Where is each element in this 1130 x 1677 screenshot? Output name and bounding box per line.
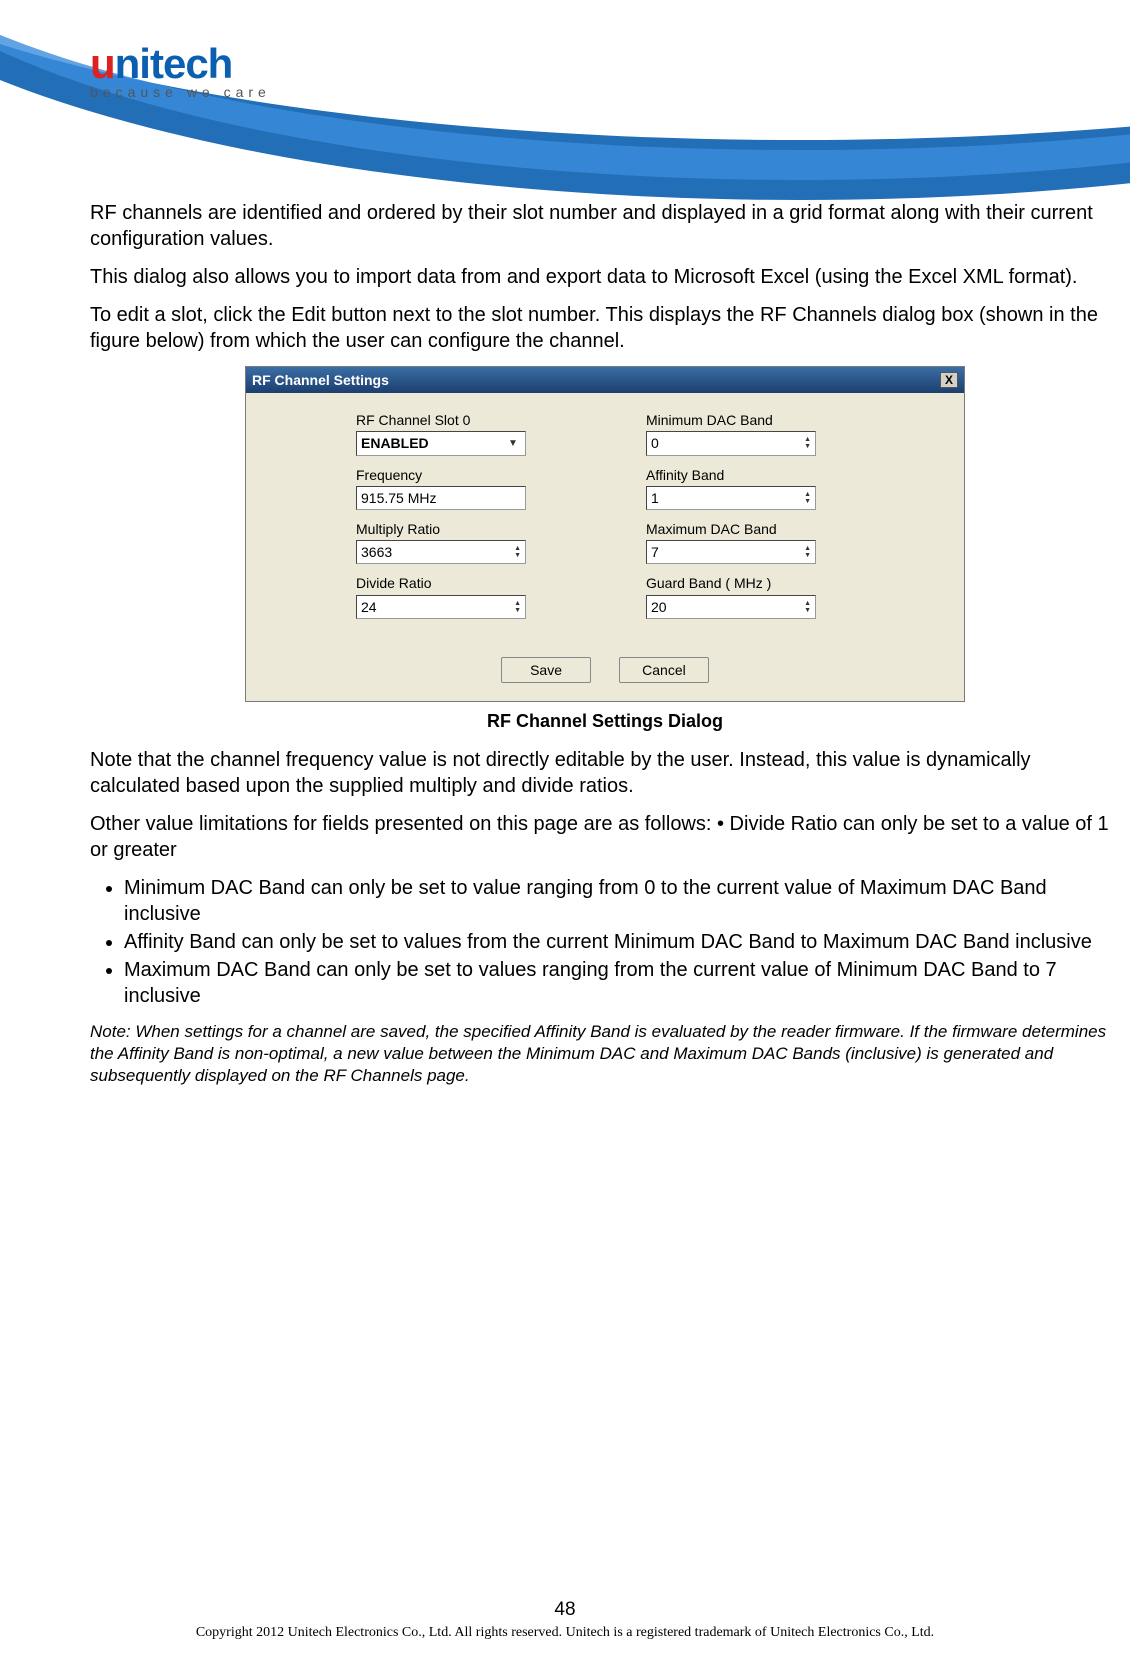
field-affinity: Affinity Band 1 ▲▼ bbox=[646, 466, 866, 510]
copyright: Copyright 2012 Unitech Electronics Co., … bbox=[0, 1625, 1130, 1641]
frequency-value: 915.75 MHz bbox=[361, 489, 436, 507]
close-icon[interactable]: X bbox=[940, 372, 958, 388]
save-button[interactable]: Save bbox=[501, 657, 591, 683]
chevron-down-icon[interactable]: ▼ bbox=[505, 437, 521, 450]
page-number: 48 bbox=[0, 1599, 1130, 1621]
guard-input[interactable]: 20 ▲▼ bbox=[646, 595, 816, 619]
spinner-icon[interactable]: ▲▼ bbox=[804, 545, 811, 559]
paragraph: RF channels are identified and ordered b… bbox=[90, 200, 1120, 252]
logo: unitech because we care bbox=[90, 40, 271, 100]
min-dac-label: Minimum DAC Band bbox=[646, 411, 866, 429]
dialog-buttons: Save Cancel bbox=[246, 647, 964, 701]
multiply-input[interactable]: 3663 ▲▼ bbox=[356, 540, 526, 564]
right-column: Minimum DAC Band 0 ▲▼ Affinity Band 1 ▲▼ bbox=[646, 411, 866, 629]
divide-label: Divide Ratio bbox=[356, 574, 576, 592]
divide-input[interactable]: 24 ▲▼ bbox=[356, 595, 526, 619]
page-header: unitech because we care bbox=[0, 0, 1130, 200]
dialog-body: RF Channel Slot 0 ENABLED ▼ Frequency 91… bbox=[246, 393, 964, 647]
min-dac-input[interactable]: 0 ▲▼ bbox=[646, 431, 816, 455]
logo-u: u bbox=[90, 40, 115, 87]
logo-tagline: because we care bbox=[90, 84, 271, 100]
dialog-figure: RF Channel Settings X RF Channel Slot 0 … bbox=[245, 366, 965, 733]
field-divide: Divide Ratio 24 ▲▼ bbox=[356, 574, 576, 618]
slot-value: ENABLED bbox=[361, 434, 429, 452]
list-item: Minimum DAC Band can only be set to valu… bbox=[124, 875, 1120, 927]
slot-label: RF Channel Slot 0 bbox=[356, 411, 576, 429]
note: Note: When settings for a channel are sa… bbox=[90, 1021, 1120, 1087]
paragraph: This dialog also allows you to import da… bbox=[90, 264, 1120, 290]
field-max-dac: Maximum DAC Band 7 ▲▼ bbox=[646, 520, 866, 564]
rf-channel-settings-dialog: RF Channel Settings X RF Channel Slot 0 … bbox=[245, 366, 965, 702]
spinner-icon[interactable]: ▲▼ bbox=[514, 600, 521, 614]
list-item: Affinity Band can only be set to values … bbox=[124, 929, 1120, 955]
max-dac-label: Maximum DAC Band bbox=[646, 520, 866, 538]
guard-label: Guard Band ( MHz ) bbox=[646, 574, 866, 592]
cancel-button[interactable]: Cancel bbox=[619, 657, 709, 683]
logo-text: unitech bbox=[90, 40, 271, 88]
paragraph: Other value limitations for fields prese… bbox=[90, 811, 1120, 863]
max-dac-input[interactable]: 7 ▲▼ bbox=[646, 540, 816, 564]
logo-rest: nitech bbox=[115, 40, 233, 87]
affinity-input[interactable]: 1 ▲▼ bbox=[646, 486, 816, 510]
spinner-icon[interactable]: ▲▼ bbox=[514, 545, 521, 559]
guard-value: 20 bbox=[651, 598, 667, 616]
titlebar: RF Channel Settings X bbox=[246, 367, 964, 393]
dialog-title: RF Channel Settings bbox=[252, 371, 389, 389]
multiply-label: Multiply Ratio bbox=[356, 520, 576, 538]
spinner-icon[interactable]: ▲▼ bbox=[804, 491, 811, 505]
paragraph: To edit a slot, click the Edit button ne… bbox=[90, 302, 1120, 354]
frequency-input: 915.75 MHz bbox=[356, 486, 526, 510]
list-item: Maximum DAC Band can only be set to valu… bbox=[124, 957, 1120, 1009]
field-slot: RF Channel Slot 0 ENABLED ▼ bbox=[356, 411, 576, 455]
paragraph: Note that the channel frequency value is… bbox=[90, 747, 1120, 799]
multiply-value: 3663 bbox=[361, 543, 392, 561]
field-multiply: Multiply Ratio 3663 ▲▼ bbox=[356, 520, 576, 564]
max-dac-value: 7 bbox=[651, 543, 659, 561]
affinity-label: Affinity Band bbox=[646, 466, 866, 484]
slot-select[interactable]: ENABLED ▼ bbox=[356, 431, 526, 455]
spinner-icon[interactable]: ▲▼ bbox=[804, 436, 811, 450]
min-dac-value: 0 bbox=[651, 434, 659, 452]
figure-caption: RF Channel Settings Dialog bbox=[245, 710, 965, 733]
bullet-list: Minimum DAC Band can only be set to valu… bbox=[90, 875, 1120, 1009]
spinner-icon[interactable]: ▲▼ bbox=[804, 600, 811, 614]
page-footer: 48 Copyright 2012 Unitech Electronics Co… bbox=[0, 1599, 1130, 1641]
field-guard: Guard Band ( MHz ) 20 ▲▼ bbox=[646, 574, 866, 618]
field-min-dac: Minimum DAC Band 0 ▲▼ bbox=[646, 411, 866, 455]
affinity-value: 1 bbox=[651, 489, 659, 507]
frequency-label: Frequency bbox=[356, 466, 576, 484]
divide-value: 24 bbox=[361, 598, 377, 616]
field-frequency: Frequency 915.75 MHz bbox=[356, 466, 576, 510]
page-content: RF channels are identified and ordered b… bbox=[90, 200, 1120, 1100]
left-column: RF Channel Slot 0 ENABLED ▼ Frequency 91… bbox=[356, 411, 576, 629]
